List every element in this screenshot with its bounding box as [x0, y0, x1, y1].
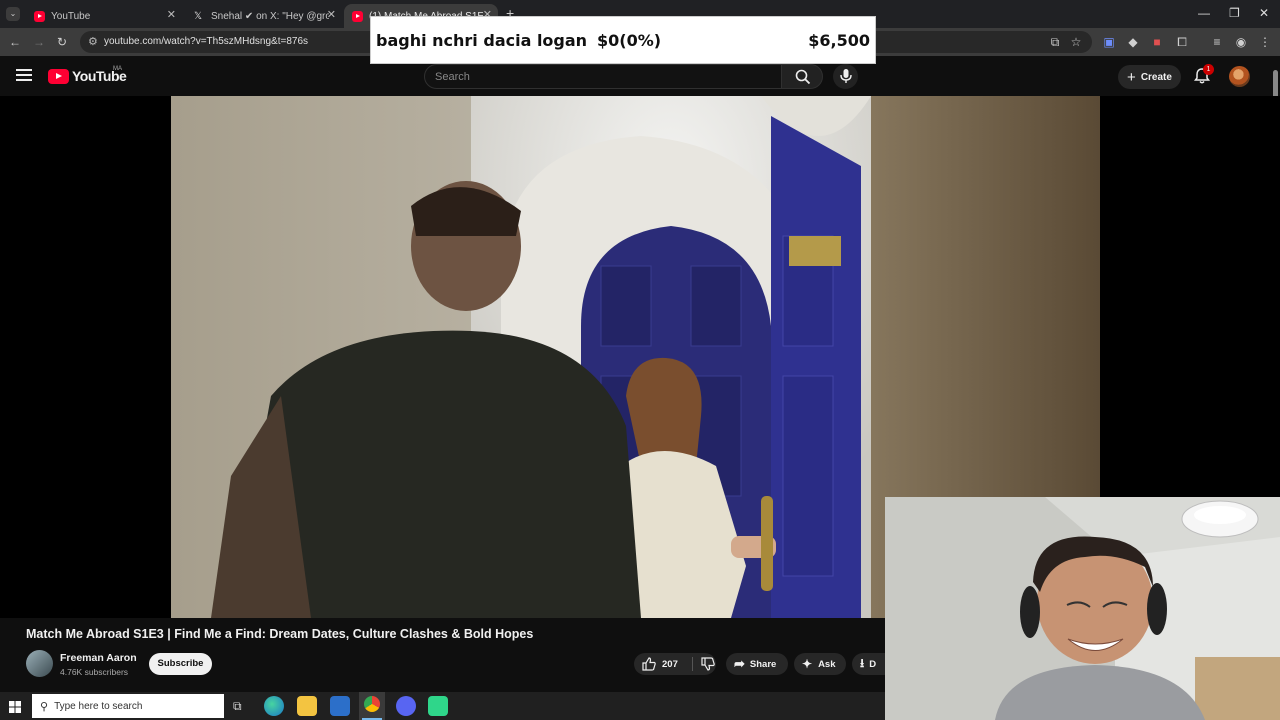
notification-badge: 1	[1203, 64, 1214, 75]
create-label: Create	[1140, 71, 1172, 83]
app-icon[interactable]	[428, 696, 448, 716]
ask-label: Ask	[818, 658, 836, 670]
like-dislike-group: 207	[634, 653, 716, 675]
task-view-icon[interactable]: ⧉	[233, 699, 242, 714]
search-icon: ⚲	[40, 700, 49, 713]
microsoft-store-icon[interactable]	[330, 696, 350, 716]
ask-button[interactable]: ✦ Ask	[794, 653, 846, 675]
bookmark-star-icon[interactable]: ☆	[1069, 35, 1083, 49]
discord-icon[interactable]	[396, 696, 416, 716]
microphone-icon	[840, 69, 852, 83]
channel-name[interactable]: Freeman Aaron	[60, 652, 137, 664]
webcam-overlay	[885, 497, 1280, 720]
close-icon[interactable]: ✕	[327, 8, 336, 21]
region-code: MA	[113, 66, 122, 72]
restore-icon[interactable]: ❐	[1229, 6, 1240, 20]
download-button[interactable]: ⭳ D	[852, 653, 885, 675]
thumbs-up-icon	[642, 657, 656, 671]
tab-x-post[interactable]: 𝕏 Snehal ✔ on X: "Hey @grok w ✕	[186, 4, 342, 28]
download-icon: ⭳	[860, 655, 865, 670]
close-window-icon[interactable]: ✕	[1259, 6, 1269, 20]
edge-icon[interactable]	[264, 696, 284, 716]
plus-icon: +	[1127, 68, 1136, 86]
extension-red-icon[interactable]: ■	[1150, 35, 1164, 49]
search-placeholder: Search	[435, 71, 470, 83]
voice-search-button[interactable]	[833, 64, 858, 89]
channel-avatar[interactable]	[26, 650, 53, 677]
user-avatar[interactable]	[1229, 66, 1250, 87]
create-button[interactable]: + Create	[1118, 65, 1181, 89]
subscribe-button[interactable]: Subscribe	[149, 653, 212, 675]
tab-search-button[interactable]: ⌄	[6, 7, 20, 21]
goal-target-text: $6,500	[808, 31, 870, 50]
dislike-button[interactable]	[701, 657, 715, 671]
windows-taskbar: ⚲ Type here to search ⧉	[0, 692, 885, 720]
translate-extension-icon[interactable]: ▣	[1102, 35, 1116, 49]
like-button[interactable]: 207	[642, 657, 682, 671]
download-label: D	[869, 658, 877, 670]
extension-diamond-icon[interactable]: ◆	[1126, 35, 1140, 49]
youtube-icon	[352, 10, 363, 22]
donation-goal-overlay: baghi nchri dacia logan $0(0%) $6,500	[370, 16, 876, 64]
goal-item-text: baghi nchri dacia logan	[376, 31, 588, 50]
minimize-icon[interactable]: —	[1198, 6, 1210, 20]
search-button[interactable]	[781, 64, 823, 89]
share-arrow-icon: ➦	[734, 656, 745, 671]
share-button[interactable]: ➦ Share	[726, 653, 788, 675]
close-icon[interactable]: ✕	[167, 8, 176, 21]
hamburger-menu-icon[interactable]	[16, 67, 32, 83]
chrome-menu-icon[interactable]: ⋮	[1258, 35, 1272, 49]
file-explorer-icon[interactable]	[297, 696, 317, 716]
forward-icon[interactable]: →	[32, 35, 46, 49]
webcam-scene	[885, 497, 1280, 720]
divider	[692, 657, 693, 671]
media-controls-icon[interactable]: ≡	[1210, 35, 1224, 49]
goal-raised-text: $0(0%)	[597, 31, 662, 50]
search-icon	[795, 69, 811, 85]
url-text: youtube.com/watch?v=Th5szMHdsng&t=876s	[104, 36, 308, 47]
thumbs-down-icon	[701, 657, 715, 671]
x-icon: 𝕏	[194, 10, 203, 22]
windows-start-icon[interactable]	[9, 700, 21, 718]
tab-youtube[interactable]: YouTube ✕	[26, 4, 182, 28]
chrome-taskbar-item[interactable]	[359, 692, 385, 720]
chrome-icon	[364, 696, 380, 712]
profile-icon[interactable]: ◉	[1234, 35, 1248, 49]
subscriber-count: 4.76K subscribers	[60, 667, 129, 677]
youtube-play-icon	[48, 68, 69, 84]
youtube-icon	[34, 10, 45, 22]
search-input[interactable]: Search	[424, 64, 782, 89]
sparkle-icon: ✦	[802, 657, 813, 671]
reload-icon[interactable]: ↻	[55, 35, 69, 49]
share-label: Share	[749, 658, 777, 670]
back-icon[interactable]: ←	[8, 35, 22, 49]
tab-label: Snehal ✔ on X: "Hey @grok w	[211, 10, 329, 22]
video-title: Match Me Abroad S1E3 | Find Me a Find: D…	[26, 627, 534, 641]
site-info-icon[interactable]: ⚙	[88, 35, 98, 48]
taskbar-search-input[interactable]: ⚲ Type here to search	[32, 694, 224, 718]
tab-label: YouTube	[51, 10, 91, 22]
like-count: 207	[662, 658, 678, 670]
install-app-icon[interactable]: ⧉	[1048, 35, 1062, 50]
taskbar-search-placeholder: Type here to search	[54, 700, 143, 712]
extensions-puzzle-icon[interactable]: ⧠	[1175, 35, 1189, 50]
